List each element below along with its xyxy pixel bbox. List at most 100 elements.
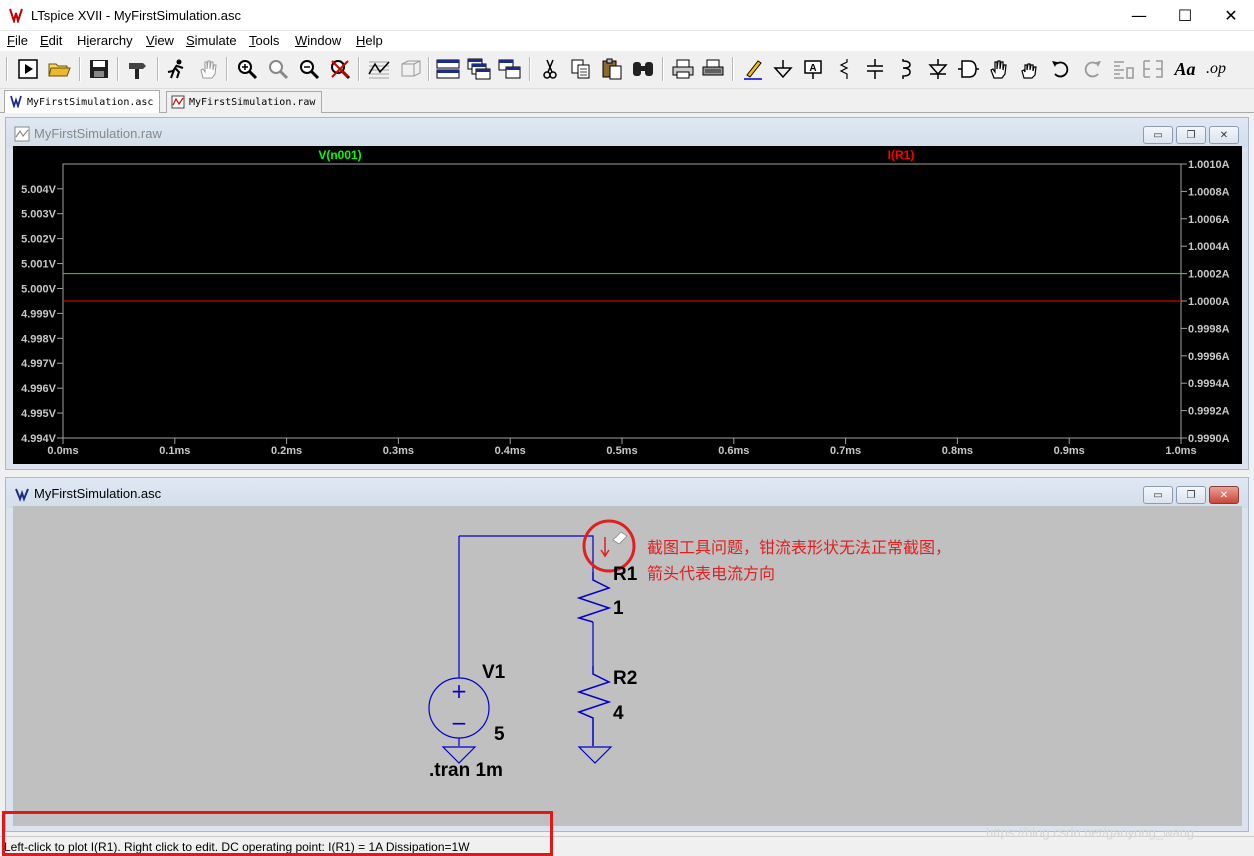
- menu-help[interactable]: Help: [356, 33, 383, 48]
- menu-edit[interactable]: Edit: [40, 33, 62, 48]
- waveform-close-button[interactable]: ✕: [1209, 126, 1239, 144]
- r2-label[interactable]: R2: [613, 668, 637, 690]
- autorange-icon[interactable]: [366, 56, 392, 82]
- tile-horizontal-icon[interactable]: [435, 56, 461, 82]
- r1-value[interactable]: 1: [613, 598, 624, 620]
- menu-view[interactable]: View: [146, 33, 174, 48]
- menu-simulate[interactable]: Simulate: [186, 33, 237, 48]
- menu-tools[interactable]: Tools: [249, 33, 279, 48]
- x-tick-label: 0.7ms: [830, 445, 861, 457]
- wire-top[interactable]: [459, 535, 594, 572]
- toolbar-separator: [79, 57, 81, 81]
- drag-icon[interactable]: [1016, 56, 1042, 82]
- toolbar-separator: [157, 57, 159, 81]
- close-button[interactable]: ✕: [1208, 0, 1254, 31]
- annotation-text-line2: 箭头代表电流方向: [647, 564, 776, 583]
- x-tick-label: 0.1ms: [159, 445, 190, 457]
- waveform-plot-pane[interactable]: 5.004V 5.003V 5.002V 5.001V 5.000V 4.999V 4.99…: [13, 146, 1242, 464]
- ammeter-cursor-icon: [612, 531, 628, 545]
- find-icon[interactable]: [630, 56, 656, 82]
- toolbar-separator: [529, 57, 531, 81]
- waveform-icon: [14, 126, 30, 142]
- pan-icon[interactable]: [195, 56, 221, 82]
- menu-window[interactable]: Window: [295, 33, 341, 48]
- inductor-icon[interactable]: [893, 56, 919, 82]
- spice-directive-tran[interactable]: .tran 1m: [429, 760, 503, 782]
- cascade-icon[interactable]: [466, 56, 492, 82]
- control-panel-icon[interactable]: [125, 56, 151, 82]
- v1-value[interactable]: 5: [494, 724, 505, 746]
- schematic-close-button[interactable]: ✕: [1209, 486, 1239, 504]
- left-tick-label: 5.004V: [21, 184, 57, 196]
- wire-icon[interactable]: [740, 56, 766, 82]
- ground-icon[interactable]: [770, 56, 796, 82]
- waveform-minimize-button[interactable]: ▭: [1143, 126, 1173, 144]
- capacitor-icon[interactable]: [862, 56, 888, 82]
- schematic-icon: [10, 95, 22, 108]
- move-icon[interactable]: [986, 56, 1012, 82]
- tile-vertical-icon[interactable]: [497, 56, 523, 82]
- waveform-window-title: MyFirstSimulation.raw: [34, 126, 162, 141]
- tab-waveform[interactable]: MyFirstSimulation.raw: [166, 91, 323, 113]
- print-preview-icon[interactable]: [700, 56, 726, 82]
- copy-icon[interactable]: [568, 56, 594, 82]
- left-tick-label: 5.000V: [21, 283, 57, 295]
- zoom-in-icon[interactable]: [234, 56, 260, 82]
- menu-bar: File Edit Hierarchy View Simulate Tools …: [0, 31, 1254, 51]
- schematic-canvas[interactable]: + − V1 5 .tran 1m R1 1 R2 4 截图工具问题，钳流表形状…: [13, 506, 1242, 826]
- label-net-icon[interactable]: A: [800, 56, 826, 82]
- r1-label[interactable]: R1: [613, 564, 637, 586]
- right-tick-label: 0.9996A: [1188, 351, 1230, 363]
- window-title: LTspice XVII - MyFirstSimulation.asc: [31, 8, 241, 23]
- diode-icon[interactable]: [925, 56, 951, 82]
- status-bar: Left-click to plot I(R1). Right click to…: [0, 825, 1254, 856]
- resistor-icon[interactable]: [831, 56, 857, 82]
- grid-icon[interactable]: [397, 56, 423, 82]
- right-tick-label: 0.9994A: [1188, 378, 1230, 390]
- schematic-restore-button[interactable]: ❐: [1176, 486, 1206, 504]
- right-tick-label: 1.0002A: [1188, 269, 1230, 281]
- maximize-button[interactable]: ☐: [1162, 0, 1208, 31]
- x-tick-label: 0.9ms: [1054, 445, 1085, 457]
- rotate-icon[interactable]: [1110, 56, 1136, 82]
- save-icon[interactable]: [86, 56, 112, 82]
- component-icon[interactable]: [955, 56, 981, 82]
- mirror-icon[interactable]: [1141, 56, 1167, 82]
- print-icon[interactable]: [670, 56, 696, 82]
- halt-icon[interactable]: [163, 56, 189, 82]
- waveform-chart[interactable]: 5.004V 5.003V 5.002V 5.001V 5.000V 4.999V 4.99…: [13, 146, 1242, 464]
- left-tick-label: 4.994V: [21, 433, 57, 445]
- waveform-restore-button[interactable]: ❐: [1176, 126, 1206, 144]
- spice-directive-icon[interactable]: .op: [1203, 56, 1229, 82]
- x-tick-label: 1.0ms: [1165, 445, 1196, 457]
- right-tick-label: 1.0008A: [1188, 186, 1230, 198]
- v1-label[interactable]: V1: [482, 662, 505, 684]
- schematic-minimize-button[interactable]: ▭: [1143, 486, 1173, 504]
- zoom-fit-icon[interactable]: [265, 56, 291, 82]
- menu-hierarchy[interactable]: Hierarchy: [77, 33, 133, 48]
- ground-r2[interactable]: [577, 746, 613, 764]
- undo-icon[interactable]: [1048, 56, 1074, 82]
- legend-v-n001: V(n001): [318, 148, 361, 162]
- cut-icon[interactable]: [537, 56, 563, 82]
- run-icon[interactable]: [15, 56, 41, 82]
- paste-icon[interactable]: [599, 56, 625, 82]
- resistor-r2[interactable]: [576, 666, 612, 746]
- tab-schematic[interactable]: MyFirstSimulation.asc: [4, 90, 161, 113]
- left-tick-label: 5.003V: [21, 209, 57, 221]
- legend-i-r1: I(R1): [888, 148, 915, 162]
- waveform-window-caption: MyFirstSimulation.raw ▭ ❐ ✕: [6, 118, 1248, 148]
- right-tick-label: 1.0004A: [1188, 241, 1230, 253]
- resistor-r1[interactable]: [576, 572, 612, 623]
- text-icon[interactable]: Aa: [1172, 56, 1198, 82]
- zoom-cancel-icon[interactable]: [327, 56, 353, 82]
- r2-value[interactable]: 4: [613, 703, 624, 725]
- zoom-out-icon[interactable]: [296, 56, 322, 82]
- open-icon[interactable]: [46, 56, 72, 82]
- minimize-button[interactable]: —: [1116, 0, 1162, 31]
- menu-file[interactable]: File: [7, 33, 28, 48]
- toolbar-separator: [226, 57, 228, 81]
- redo-icon[interactable]: [1079, 56, 1105, 82]
- schematic-icon: [15, 488, 29, 502]
- left-tick-label: 4.995V: [21, 408, 57, 420]
